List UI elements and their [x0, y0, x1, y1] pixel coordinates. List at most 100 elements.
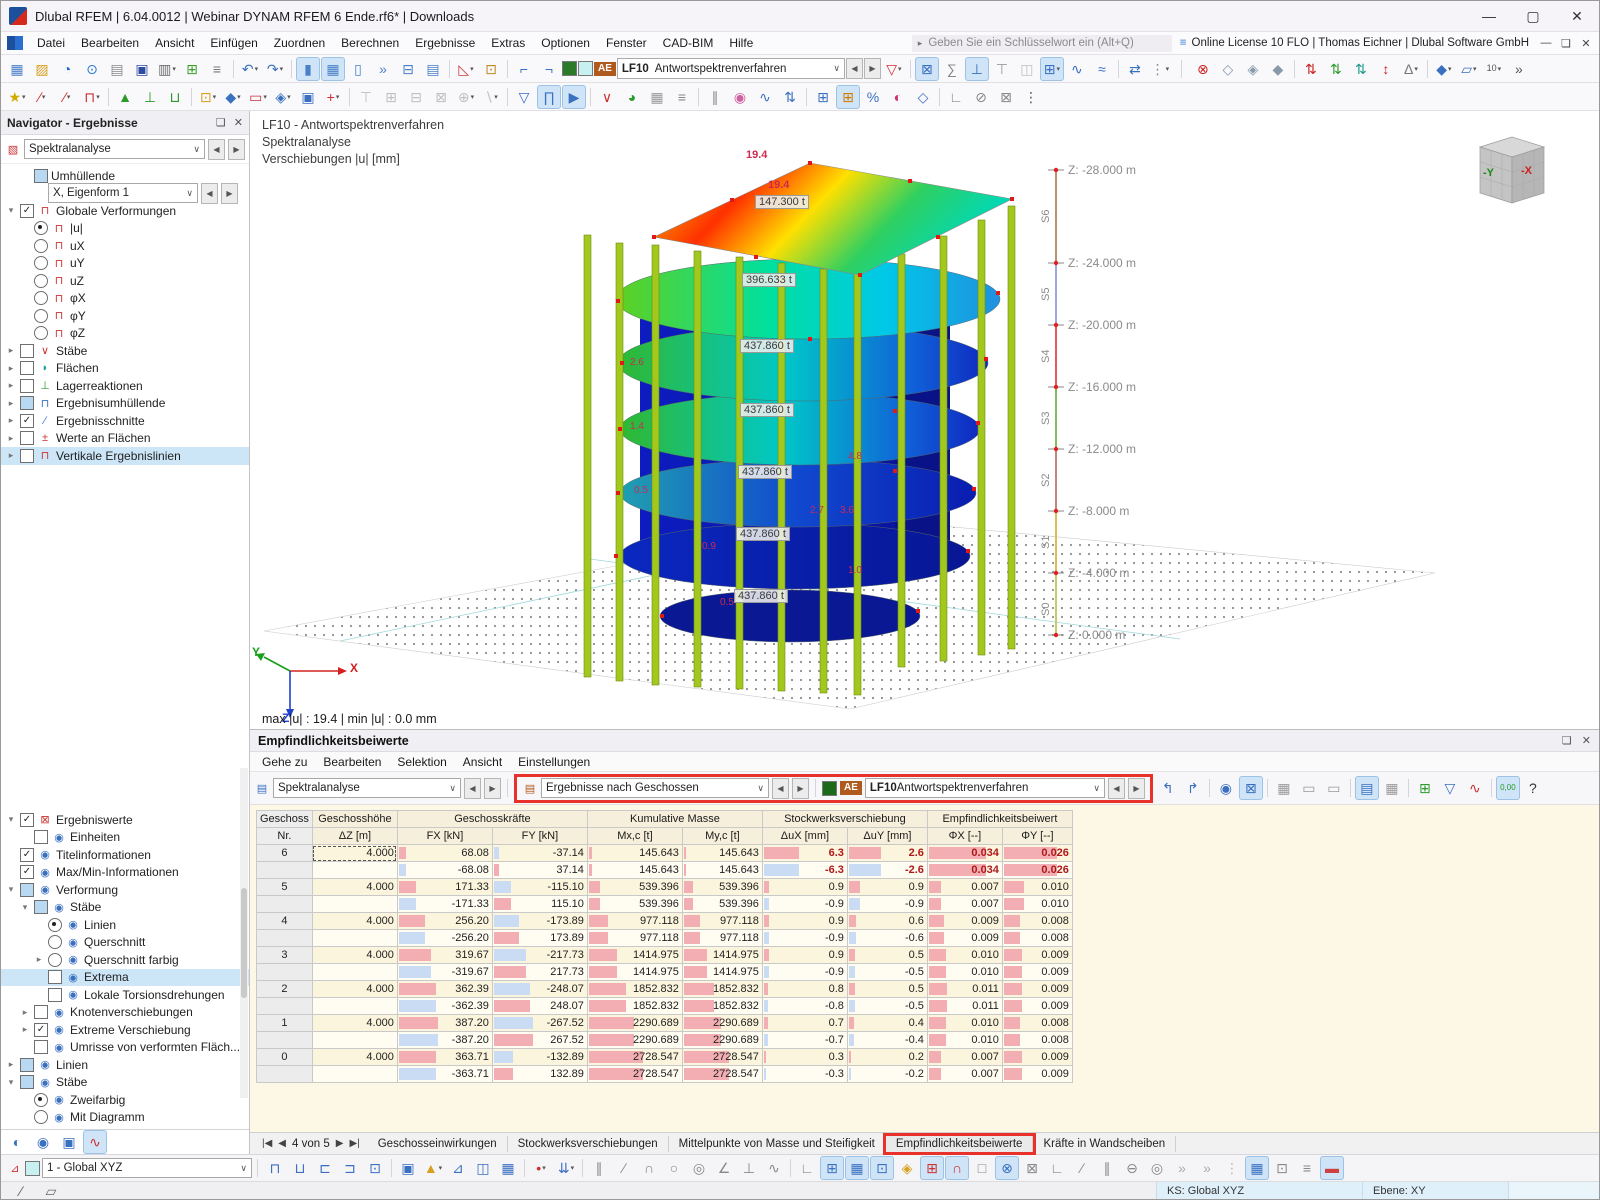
magnet-snap-icon[interactable]: ∩ [945, 1156, 969, 1180]
visibility-eye-icon[interactable]: ◉ [31, 1130, 55, 1154]
tree-linien[interactable]: ◉Linien [1, 916, 249, 934]
table-cell[interactable] [312, 896, 397, 913]
table-cell[interactable]: 0.009 [927, 930, 1002, 947]
redo-icon[interactable]: ↷▾ [263, 57, 287, 81]
tab-mittelpunktevonmasseundsteifigkeit[interactable]: Mittelpunkte von Masse und Steifigkeit [669, 1136, 886, 1152]
help-icon[interactable]: ? [1521, 776, 1545, 800]
smooth-diagram-icon[interactable]: ≈ [1090, 57, 1114, 81]
table-cell[interactable]: 0.026 [1002, 845, 1072, 862]
table-cell[interactable]: 0.5 [847, 981, 927, 998]
table-pager[interactable]: |◀◀4 von 5▶▶| [254, 1138, 368, 1150]
table-cell[interactable]: -387.20 [397, 1032, 492, 1049]
insert-right-icon[interactable]: ¬ [537, 57, 561, 81]
draw-ellipse-icon[interactable]: ◎ [687, 1156, 711, 1180]
dlubal-sync-icon[interactable]: ◔ [55, 57, 79, 81]
table-cell[interactable]: 145.643 [587, 845, 682, 862]
table-cell[interactable]: 0.010 [927, 964, 1002, 981]
table-cell[interactable]: 0.009 [1002, 1049, 1072, 1066]
view-iso-icon[interactable]: ▣ [396, 1156, 420, 1180]
table-cell[interactable]: 0.008 [1002, 1015, 1072, 1032]
table-cell[interactable]: 4.000 [312, 913, 397, 930]
work-plane-icon[interactable]: ▱▾ [1457, 57, 1481, 81]
tree-uz[interactable]: ⊓uZ [1, 272, 249, 290]
tree-display-staebe[interactable]: ▾◉Stäbe [1, 1074, 249, 1092]
table-cell[interactable]: 977.118 [587, 913, 682, 930]
corner-icon[interactable]: ∟ [795, 1156, 819, 1180]
table-cell[interactable]: 0.034 [927, 862, 1002, 879]
panel-menu-selektion[interactable]: Selektion [389, 751, 454, 773]
menu-bearbeiten[interactable]: Bearbeiten [73, 32, 147, 54]
table-cell[interactable]: 362.39 [397, 981, 492, 998]
more-icon[interactable]: ⋮ [1019, 85, 1043, 109]
load-4-icon[interactable]: ⊕▾ [454, 85, 478, 109]
microscope-icon[interactable]: Δ▾ [1399, 57, 1423, 81]
chart-view-icon[interactable]: ▤ [1355, 776, 1379, 800]
table-cell[interactable]: 4 [257, 913, 313, 930]
table-cell[interactable]: 0 [257, 1049, 313, 1066]
color-scale-icon[interactable]: ◕ [620, 85, 644, 109]
table-cell[interactable]: 0.009 [927, 913, 1002, 930]
menu-datei[interactable]: Datei [29, 32, 73, 54]
table-cell[interactable]: 0.010 [927, 947, 1002, 964]
percent-icon[interactable]: % [861, 85, 885, 109]
table-cell[interactable]: 248.07 [492, 998, 587, 1015]
table-cell[interactable]: 4.000 [312, 947, 397, 964]
table-cell[interactable]: 0.5 [847, 947, 927, 964]
table-cell[interactable]: 4.000 [312, 879, 397, 896]
prev-analysis-button[interactable]: ◀ [208, 139, 225, 160]
table-cell[interactable]: 0.008 [1002, 930, 1072, 947]
table-cell[interactable]: 2 [257, 981, 313, 998]
polyline-icon[interactable]: ⊓▾ [80, 85, 104, 109]
tree-ergebnisumhuellende[interactable]: ▸⊓Ergebnisumhüllende [1, 395, 249, 413]
dimensions-icon[interactable]: 10▾ [1482, 57, 1506, 81]
dots-grid-icon[interactable]: ⋮ [1220, 1156, 1244, 1180]
table-cell[interactable]: 4.000 [312, 1015, 397, 1032]
panel-menu-einstellungen[interactable]: Einstellungen [510, 751, 598, 773]
visibility-icon[interactable]: ◐ [886, 85, 910, 109]
tree-phiz[interactable]: ⊓φZ [1, 325, 249, 343]
table-cell[interactable]: 0.8 [762, 981, 847, 998]
insert-left-icon[interactable]: ⌐ [512, 57, 536, 81]
draw-spline-icon[interactable]: ∿ [762, 1156, 786, 1180]
table-cell[interactable] [257, 930, 313, 947]
tree-flaechen[interactable]: ▸◗Flächen [1, 360, 249, 378]
table-cell[interactable]: 0.010 [1002, 896, 1072, 913]
table-cell[interactable]: 4.000 [312, 981, 397, 998]
tree-umrisse[interactable]: ◉Umrisse von verformten Fläch... [1, 1039, 249, 1057]
circle-o-icon[interactable]: ⊖ [1120, 1156, 1144, 1180]
table-cell[interactable]: 0.010 [927, 1015, 1002, 1032]
navigator-panel-icon[interactable]: ▮ [296, 57, 320, 81]
menu-optionen[interactable]: Optionen [533, 32, 598, 54]
tables-panel-icon[interactable]: ▦ [321, 57, 345, 81]
tree-verformung-staebe[interactable]: ▾◉Stäbe [1, 899, 249, 917]
table-cell[interactable]: 145.643 [682, 845, 762, 862]
jump-forward-icon[interactable]: ↱ [1181, 776, 1205, 800]
show-results-icon[interactable]: ⊠ [915, 57, 939, 81]
table-cell[interactable]: 68.08 [397, 845, 492, 862]
table-cell[interactable]: 0.008 [1002, 913, 1072, 930]
table-cell[interactable]: 2728.547 [587, 1066, 682, 1083]
table-cell[interactable]: -0.7 [762, 1032, 847, 1049]
table-cell[interactable]: 0.009 [1002, 998, 1072, 1015]
table-cell[interactable]: 2290.689 [682, 1032, 762, 1049]
table-full-icon[interactable]: ▦ [1272, 776, 1296, 800]
table-cell[interactable]: 977.118 [587, 930, 682, 947]
doc-restore-icon[interactable]: ❏ [1557, 37, 1575, 50]
table-sc-icon[interactable]: ⊟ [396, 57, 420, 81]
tree-querschnitt-farbig[interactable]: ▸◉Querschnitt farbig [1, 951, 249, 969]
tree-vertikale-ergebnislinien[interactable]: ▸⊓Vertikale Ergebnislinien [1, 447, 249, 465]
table-cell[interactable]: 2728.547 [682, 1049, 762, 1066]
ellipse-o-icon[interactable]: ◎ [1145, 1156, 1169, 1180]
tree-display-linien[interactable]: ▸◉Linien [1, 1056, 249, 1074]
select-window-icon[interactable]: ⊓ [263, 1156, 287, 1180]
table-cell[interactable] [257, 862, 313, 879]
tree-ergebnisschnitte[interactable]: ▸✓∕Ergebnisschnitte [1, 412, 249, 430]
table-cell[interactable]: 173.89 [492, 930, 587, 947]
table-cell[interactable]: -37.14 [492, 845, 587, 862]
support-surface-icon[interactable]: ⊔ [163, 85, 187, 109]
zoom-remove-icon[interactable]: ⊗ [1191, 57, 1215, 81]
load-2-icon[interactable]: ⊟ [404, 85, 428, 109]
view-full-icon[interactable]: ▦ [496, 1156, 520, 1180]
tab-stockwerksverschiebungen[interactable]: Stockwerksverschiebungen [508, 1136, 669, 1152]
table-export-icon[interactable]: » [371, 57, 395, 81]
